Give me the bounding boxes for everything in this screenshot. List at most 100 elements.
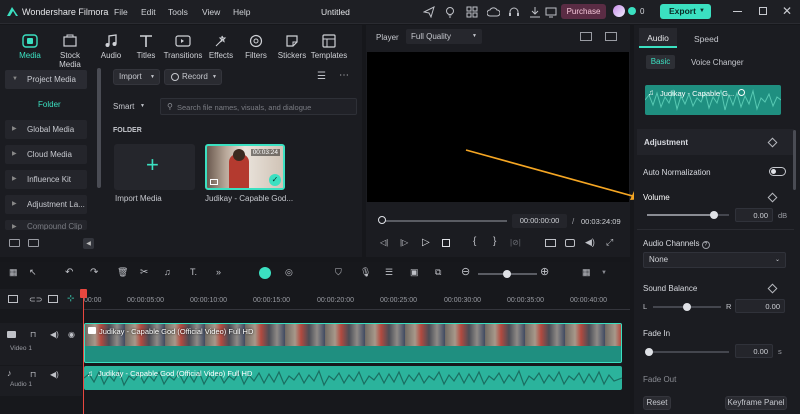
volume-slider[interactable]	[647, 211, 729, 219]
auto-normalization-toggle[interactable]	[769, 167, 786, 176]
subtab-basic[interactable]: Basic	[646, 55, 675, 69]
audio-lock-icon[interactable]: ⊓	[30, 370, 36, 379]
tab-templates[interactable]: Templates	[307, 34, 351, 60]
tab-media[interactable]: Media	[8, 34, 52, 60]
previous-frame-icon[interactable]: ◁|	[380, 238, 388, 247]
voiceover-list-icon[interactable]: ☰	[385, 267, 398, 280]
sound-balance-slider[interactable]	[653, 303, 721, 311]
volume-value-input[interactable]: 0.00	[735, 208, 773, 222]
snap-icon[interactable]: ⊹	[67, 293, 75, 304]
menu-tools[interactable]: Tools	[168, 7, 188, 17]
minimize-icon[interactable]	[733, 11, 742, 12]
sidebar-item-cloud-media[interactable]: ▶ Cloud Media	[5, 145, 87, 164]
new-folder-icon[interactable]	[9, 239, 20, 247]
avatar[interactable]	[613, 5, 625, 17]
snap-magnet-icon[interactable]	[259, 267, 271, 279]
timeline-options-chevron-icon[interactable]: ▼	[601, 270, 614, 283]
search-input[interactable]: ⚲ Search file names, visuals, and dialog…	[160, 98, 357, 115]
detach-icon[interactable]	[48, 295, 58, 303]
send-icon[interactable]	[422, 5, 436, 19]
sidebar-item-project-media[interactable]: ▼ Project Media	[5, 70, 87, 89]
undo-icon[interactable]: ↶	[65, 267, 78, 280]
sidebar-item-folder[interactable]: Folder	[38, 100, 61, 109]
delete-icon[interactable]: 🗑	[117, 267, 130, 280]
volume-speaker-icon[interactable]: ◀)	[585, 237, 595, 248]
timeline-zoom-slider[interactable]	[478, 270, 537, 278]
cut-icon[interactable]: ✂	[140, 267, 153, 280]
import-media-tile[interactable]: +	[114, 144, 195, 190]
microphone-icon[interactable]: 🎙	[360, 267, 373, 280]
playback-scrubber-handle[interactable]	[378, 216, 386, 224]
audio-edit-icon[interactable]: ♫	[164, 267, 177, 280]
menu-view[interactable]: View	[202, 7, 220, 17]
properties-scrollbar[interactable]	[793, 130, 796, 190]
sidebar-scrollbar[interactable]	[97, 68, 101, 188]
sidebar-item-adjustment-layer[interactable]: ▶ Adjustment La...	[5, 195, 87, 214]
volume-slider-handle[interactable]	[710, 211, 718, 219]
folder-icon[interactable]	[28, 239, 39, 247]
mark-out-icon[interactable]: }	[493, 236, 496, 247]
menu-edit[interactable]: Edit	[141, 7, 156, 17]
fade-in-handle[interactable]	[645, 348, 653, 356]
restore-icon[interactable]	[759, 7, 767, 15]
media-clip-thumbnail[interactable]: 00:03:24 ✓	[205, 144, 285, 190]
redo-icon[interactable]: ↷	[90, 267, 103, 280]
replace-clip-icon[interactable]: ⧉	[435, 267, 448, 280]
link-icon[interactable]: ⊂⊃	[29, 295, 42, 304]
playhead-handle[interactable]	[80, 289, 87, 298]
mark-in-icon[interactable]: {	[473, 236, 476, 247]
snapshot-image-icon[interactable]	[605, 32, 617, 41]
play-pause-icon[interactable]: |▷	[400, 238, 408, 247]
grid-layout-icon[interactable]: ▦	[9, 267, 22, 280]
compare-view-icon[interactable]	[580, 32, 592, 41]
menu-file[interactable]: File	[114, 7, 128, 17]
collapse-panel-icon[interactable]: ◀	[83, 238, 94, 249]
menu-help[interactable]: Help	[233, 7, 250, 17]
zoom-in-icon[interactable]: ⊕	[540, 265, 553, 278]
playhead-line[interactable]	[83, 290, 84, 414]
subtab-voice-changer[interactable]: Voice Changer	[691, 58, 743, 67]
export-button[interactable]: Export ▼	[660, 4, 711, 19]
eye-icon[interactable]: ◉	[68, 330, 75, 339]
headset-icon[interactable]	[507, 5, 521, 19]
ai-tools-icon[interactable]: ◎	[285, 267, 298, 280]
close-icon[interactable]: ✕	[782, 4, 792, 18]
fade-in-value-input[interactable]: 0.00	[735, 344, 773, 358]
zoom-out-icon[interactable]: ⊖	[461, 265, 474, 278]
lock-icon[interactable]: ⊓	[30, 330, 36, 339]
audio-speaker-icon[interactable]: ◀)	[50, 370, 59, 379]
fullscreen-icon[interactable]: ⤢	[606, 237, 613, 248]
video-clip[interactable]: Judikay - Capable God (Official Video) F…	[84, 323, 622, 363]
record-button[interactable]: Record ▼	[164, 69, 222, 85]
grid-icon[interactable]	[465, 5, 479, 19]
layout-grid-icon[interactable]: ▦	[582, 267, 595, 280]
monitor-icon[interactable]	[544, 5, 558, 19]
sidebar-item-influence-kit[interactable]: ▶ Influence Kit	[5, 170, 87, 189]
mark-clip-icon[interactable]: |⊘|	[510, 238, 521, 247]
shield-icon[interactable]: ⛉	[335, 267, 348, 280]
sidebar-item-global-media[interactable]: ▶ Global Media	[5, 120, 87, 139]
stop-icon[interactable]	[442, 239, 450, 247]
fade-in-slider[interactable]	[645, 348, 729, 356]
reset-button[interactable]: Reset	[643, 396, 671, 410]
purchase-button[interactable]: Purchase	[561, 4, 606, 19]
download-icon[interactable]	[528, 5, 542, 19]
audio-channels-dropdown[interactable]: None ⌄	[643, 252, 786, 268]
quality-dropdown[interactable]: Full Quality ▼	[406, 29, 482, 44]
select-arrow-icon[interactable]: ↖	[29, 267, 42, 280]
filter-icon[interactable]: ☰	[317, 71, 326, 82]
keyframe-panel-button[interactable]: Keyframe Panel	[725, 396, 787, 410]
playback-progress-bar[interactable]	[381, 220, 507, 222]
sidebar-item-compound-clip[interactable]: ▶ Compound Clip	[5, 220, 87, 230]
play-icon[interactable]: ▷	[422, 237, 430, 248]
timeline-zoom-handle[interactable]	[503, 270, 511, 278]
speaker-icon[interactable]: ◀)	[50, 330, 59, 339]
sound-balance-handle[interactable]	[683, 303, 691, 311]
sort-dropdown[interactable]: Smart ▼	[113, 102, 151, 114]
audio-clip[interactable]: ♫ Judikay - Capable God (Official Video)…	[84, 366, 622, 390]
image-icon[interactable]: ▣	[410, 267, 423, 280]
text-icon[interactable]: T.	[190, 267, 203, 280]
sound-balance-value-input[interactable]: 0.00	[735, 299, 785, 313]
import-button[interactable]: Import ▼	[113, 69, 160, 85]
cloud-upload-icon[interactable]	[486, 5, 500, 19]
